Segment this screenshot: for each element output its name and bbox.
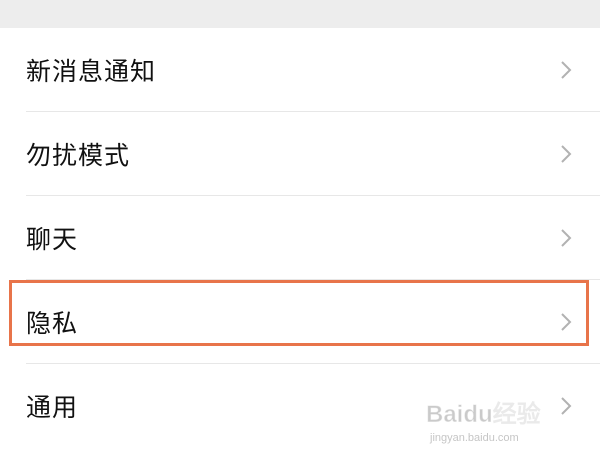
settings-list: 新消息通知 勿扰模式 聊天 隐私 通用: [0, 28, 600, 450]
settings-item-label: 聊天: [26, 225, 79, 254]
settings-item-do-not-disturb[interactable]: 勿扰模式: [0, 112, 600, 196]
chevron-right-icon: [561, 397, 572, 415]
chevron-right-icon: [561, 229, 572, 247]
chevron-right-icon: [561, 313, 572, 331]
settings-item-label: 勿扰模式: [26, 141, 131, 170]
settings-item-label: 隐私: [26, 309, 79, 338]
chevron-right-icon: [561, 145, 572, 163]
settings-item-label: 新消息通知: [26, 57, 157, 86]
settings-item-label: 通用: [26, 393, 79, 422]
settings-item-chat[interactable]: 聊天: [0, 196, 600, 280]
chevron-right-icon: [561, 61, 572, 79]
settings-item-new-message-notification[interactable]: 新消息通知: [0, 28, 600, 112]
settings-item-general[interactable]: 通用: [0, 364, 600, 448]
settings-screen: 新消息通知 勿扰模式 聊天 隐私 通用 Baidu经验 jingyan.baid…: [0, 0, 600, 450]
settings-item-privacy[interactable]: 隐私: [0, 280, 600, 364]
